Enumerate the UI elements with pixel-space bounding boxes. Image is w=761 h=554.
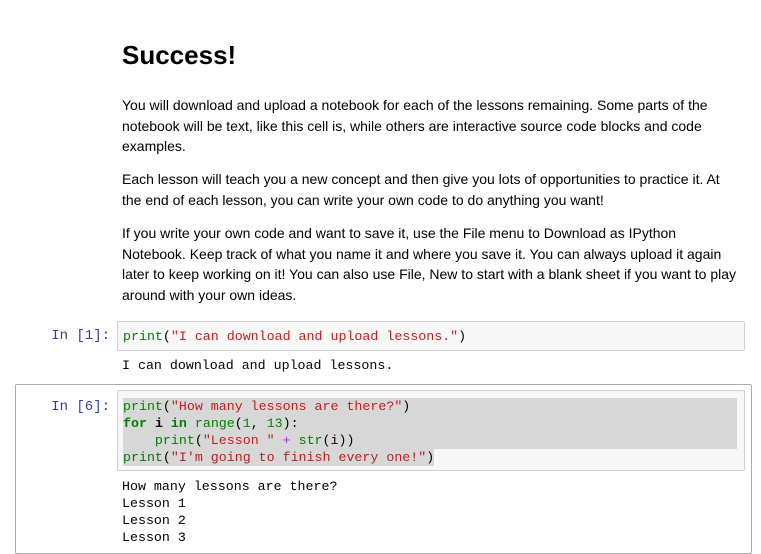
code-line: print("I'm going to finish every one!")	[123, 449, 435, 466]
markdown-paragraph: If you write your own code and want to s…	[122, 225, 737, 303]
input-prompt: In [1]:	[51, 328, 110, 344]
cell-output: How many lessons are there? Lesson 1 Les…	[122, 478, 337, 546]
output-line: Lesson 1	[122, 496, 186, 511]
input-prompt: In [6]:	[51, 399, 110, 415]
output-line: How many lessons are there?	[122, 479, 338, 494]
code-line: print("How many lessons are there?")	[118, 398, 744, 415]
markdown-heading: Success!	[122, 40, 237, 70]
string-literal: "I can download and upload lessons."	[170, 329, 459, 344]
code-line: print("I can download and upload lessons…	[123, 329, 467, 344]
code-line: print("Lesson " + str(i))	[118, 432, 744, 449]
output-line: Lesson 2	[122, 513, 186, 528]
output-line: Lesson 3	[122, 530, 186, 545]
markdown-paragraph: Each lesson will teach you a new concept…	[122, 171, 720, 208]
code-line: for i in range(1, 13):	[118, 415, 744, 432]
markdown-paragraph: You will download and upload a notebook …	[122, 97, 708, 154]
code-editor[interactable]: print("How many lessons are there?") for…	[117, 390, 745, 471]
code-editor[interactable]: print("I can download and upload lessons…	[117, 321, 745, 351]
cell-output: I can download and upload lessons.	[122, 358, 394, 373]
